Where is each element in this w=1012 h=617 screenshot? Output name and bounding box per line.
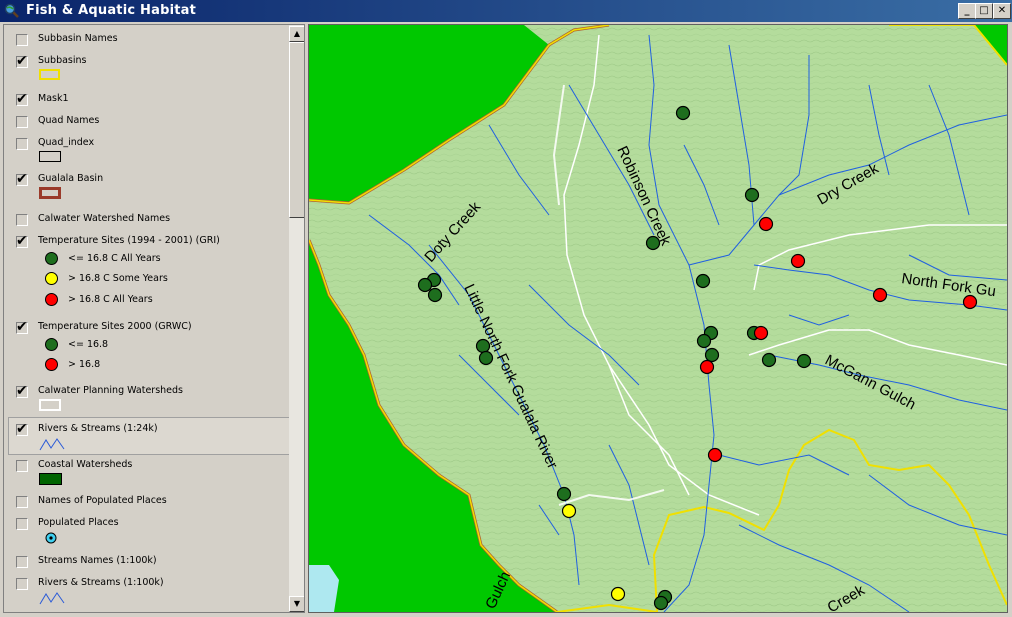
title-bar: Fish & Aquatic Habitat _ □ ✕ [0, 0, 1012, 22]
layer-visibility-checkbox[interactable] [16, 138, 28, 150]
layer-visibility-checkbox[interactable] [16, 91, 28, 107]
layer-visibility-checkbox[interactable] [16, 383, 28, 399]
layer-label: Coastal Watersheds [38, 459, 133, 470]
layer-label: Mask1 [38, 93, 69, 104]
site-marker-warm[interactable] [699, 359, 715, 375]
site-marker-cool[interactable] [695, 273, 711, 289]
layer-visibility-checkbox[interactable] [16, 233, 28, 249]
site-marker-cool[interactable] [796, 353, 812, 369]
layer-label: Populated Places [38, 517, 119, 528]
layer-label: Rivers & Streams (1:100k) [38, 577, 164, 588]
minimize-button[interactable]: _ [958, 3, 976, 19]
layer-visibility-checkbox[interactable] [16, 556, 28, 568]
layer-visibility-checkbox[interactable] [16, 578, 28, 590]
black-outline-swatch-icon [39, 151, 61, 162]
map-canvas[interactable]: Robinson Creek Dry Creek Doty Creek Litt… [309, 25, 1007, 612]
site-marker-warm[interactable] [962, 294, 978, 310]
legend-class-label: > 16.8 C All Years [68, 294, 153, 305]
site-marker-cool[interactable] [475, 338, 491, 354]
layer-visibility-checkbox[interactable] [16, 421, 28, 437]
site-marker-some[interactable] [561, 503, 577, 519]
green-circle-icon [45, 252, 58, 265]
layer-label: Calwater Watershed Names [38, 213, 171, 224]
layer-label: Streams Names (1:100k) [38, 555, 157, 566]
site-marker-cool[interactable] [696, 333, 712, 349]
white-outline-swatch-icon [39, 399, 61, 411]
site-marker-cool[interactable] [704, 347, 720, 363]
scroll-down-button[interactable]: ▼ [289, 596, 304, 612]
legend-class-label: <= 16.8 C All Years [68, 253, 161, 264]
layer-visibility-checkbox[interactable] [16, 518, 28, 530]
layer-label: Quad Names [38, 115, 100, 126]
layer-visibility-checkbox[interactable] [16, 34, 28, 46]
close-icon: ✕ [997, 5, 1007, 16]
arrow-down-icon: ▼ [293, 599, 301, 608]
site-marker-cool[interactable] [645, 235, 661, 251]
site-marker-warm[interactable] [753, 325, 769, 341]
layer-label: Temperature Sites 2000 (GRWC) [38, 321, 192, 332]
stream-line-icon [39, 438, 65, 451]
layer-label: Quad_index [38, 137, 95, 148]
site-marker-warm[interactable] [758, 216, 774, 232]
minimize-icon: _ [964, 5, 970, 16]
site-marker-cool[interactable] [556, 486, 572, 502]
scroll-thumb[interactable] [289, 42, 304, 218]
globe-magnifier-icon [4, 3, 19, 18]
green-circle-icon [45, 338, 58, 351]
populated-place-icon [45, 532, 57, 544]
layer-visibility-checkbox[interactable] [16, 53, 28, 69]
brown-outline-swatch-icon [39, 187, 61, 199]
layer-visibility-checkbox[interactable] [16, 496, 28, 508]
layer-label: Names of Populated Places [38, 495, 167, 506]
site-marker-cool[interactable] [744, 187, 760, 203]
legend-class-label: <= 16.8 [68, 339, 109, 350]
layer-label: Subbasins [38, 55, 87, 66]
yellow-outline-swatch-icon [39, 69, 60, 80]
close-button[interactable]: ✕ [993, 3, 1011, 19]
layer-label: Rivers & Streams (1:24k) [38, 423, 158, 434]
site-marker-some[interactable] [610, 586, 626, 602]
site-marker-cool[interactable] [478, 350, 494, 366]
arrow-up-icon: ▲ [293, 29, 301, 38]
red-circle-icon [45, 358, 58, 371]
maximize-button[interactable]: □ [975, 3, 993, 19]
map-view[interactable]: Robinson Creek Dry Creek Doty Creek Litt… [308, 24, 1008, 613]
red-circle-icon [45, 293, 58, 306]
site-marker-cool[interactable] [761, 352, 777, 368]
layer-label: Temperature Sites (1994 - 2001) (GRI) [38, 235, 220, 246]
legend-class-label: > 16.8 C Some Years [68, 273, 168, 284]
site-marker-cool[interactable] [427, 287, 443, 303]
green-fill-swatch-icon [39, 473, 62, 485]
scroll-up-button[interactable]: ▲ [289, 26, 304, 42]
window-title: Fish & Aquatic Habitat [26, 3, 197, 18]
yellow-circle-icon [45, 272, 58, 285]
layer-label: Subbasin Names [38, 33, 118, 44]
site-marker-cool[interactable] [653, 595, 669, 611]
layer-visibility-checkbox[interactable] [16, 171, 28, 187]
legend-scrollbar[interactable]: ▲ ▼ [289, 25, 304, 612]
table-of-contents: Subbasin Names Subbasins Mask1 Quad Name… [3, 24, 305, 613]
layer-visibility-checkbox[interactable] [16, 214, 28, 226]
maximize-icon: □ [979, 5, 989, 16]
legend-class-label: > 16.8 [68, 359, 101, 370]
site-marker-cool[interactable] [675, 105, 691, 121]
layer-label: Gualala Basin [38, 173, 104, 184]
layer-label: Calwater Planning Watersheds [38, 385, 184, 396]
layer-visibility-checkbox[interactable] [16, 319, 28, 335]
stream-line-icon [39, 592, 65, 605]
site-marker-cool[interactable] [417, 277, 433, 293]
site-marker-warm[interactable] [790, 253, 806, 269]
layer-visibility-checkbox[interactable] [16, 460, 28, 472]
layer-visibility-checkbox[interactable] [16, 116, 28, 128]
site-marker-warm[interactable] [872, 287, 888, 303]
site-marker-warm[interactable] [707, 447, 723, 463]
